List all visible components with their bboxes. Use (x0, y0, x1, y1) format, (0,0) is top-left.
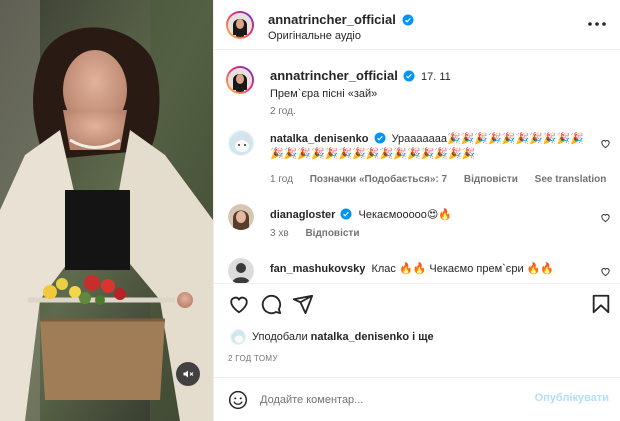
mute-icon (183, 370, 194, 378)
see-translation-link[interactable]: See translation (535, 174, 607, 185)
comment-input[interactable] (260, 390, 520, 410)
header-text: annatrincher_official Оригінальне аудіо (268, 12, 414, 42)
emoji-icon[interactable] (228, 390, 248, 410)
avatar-image (228, 68, 252, 92)
post-video-frame (0, 0, 213, 421)
comment-meta: 1 год Позначки «Подобається»: 7 Відповіс… (270, 174, 620, 185)
comment-text: Клас 🔥🔥 Чекаємо прем`єри 🔥🔥 (371, 263, 555, 275)
avatar[interactable] (228, 258, 254, 283)
comment-like-icon[interactable] (600, 266, 611, 277)
comment-item: natalka_denisenko Урааааааа🎉🎉🎉🎉🎉🎉🎉🎉🎉🎉🎉🎉🎉… (214, 128, 620, 188)
comment-username[interactable]: natalka_denisenko (270, 133, 368, 145)
comment-username[interactable]: fan_mashukovsky (270, 263, 365, 275)
header-username[interactable]: annatrincher_official (268, 12, 396, 27)
heart-icon[interactable] (228, 293, 250, 315)
action-bar (214, 284, 620, 324)
comment-bar: Опублікувати (214, 377, 620, 421)
post-timestamp[interactable]: 2 ГОД ТОМУ (228, 354, 278, 363)
avatar[interactable] (228, 130, 254, 156)
comment-text: Чекаємооооо😍🔥 (358, 209, 453, 221)
liked-by: Уподобали natalka_denisenko і ще (214, 324, 620, 352)
caption-date: 17. 11 (421, 71, 451, 83)
comment-time[interactable]: 3 хв (270, 228, 289, 239)
comment-meta: 3 хв Відповісти (270, 228, 373, 239)
story-ring[interactable] (226, 11, 254, 39)
post-header: annatrincher_official Оригінальне аудіо (214, 0, 620, 50)
verified-icon (340, 208, 352, 220)
verified-icon (403, 70, 415, 82)
comment-time[interactable]: 1 год (270, 174, 293, 185)
avatar (228, 68, 252, 92)
comments-list[interactable]: annatrincher_official 17. 11 Прем`єра пі… (214, 50, 620, 284)
avatar[interactable] (230, 329, 246, 345)
comment-text-block: fan_mashukovsky Клас 🔥🔥 Чекаємо прем`єри… (270, 262, 591, 277)
liked-by-text: Уподобали natalka_denisenko і ще (252, 331, 434, 343)
comment-text-block: dianagloster Чекаємооооо😍🔥 (270, 208, 591, 223)
avatar-image (229, 131, 253, 155)
avatar-image (228, 204, 254, 230)
verified-icon (402, 14, 413, 26)
liked-by-prefix: Уподобали (252, 331, 308, 343)
comment-item: fan_mashukovsky Клас 🔥🔥 Чекаємо прем`єри… (214, 256, 620, 283)
reply-button[interactable]: Відповісти (464, 174, 518, 185)
caption-text: Прем`єра пісні «зай» (270, 88, 378, 100)
verified-icon (374, 132, 385, 144)
avatar-image (228, 258, 254, 283)
caption-meta: 2 год. (270, 106, 310, 117)
caption: annatrincher_official 17. 11 Прем`єра пі… (214, 64, 620, 120)
comment-like-icon[interactable] (600, 138, 611, 149)
avatar (228, 13, 252, 37)
more-icon[interactable] (587, 16, 607, 32)
comment-text-block: natalka_denisenko Урааааааа🎉🎉🎉🎉🎉🎉🎉🎉🎉🎉🎉🎉🎉… (270, 132, 591, 162)
caption-text-block: annatrincher_official 17. 11 Прем`єра пі… (270, 68, 591, 102)
avatar-image (231, 330, 245, 344)
caption-avatar-ring[interactable] (226, 66, 254, 94)
audio-label[interactable]: Оригінальне аудіо (268, 30, 414, 42)
comment-likes-count[interactable]: Позначки «Подобається»: 7 (310, 174, 447, 185)
mute-button[interactable] (176, 362, 200, 386)
post-details-panel: annatrincher_official Оригінальне аудіо (213, 0, 620, 421)
caption-username[interactable]: annatrincher_official (270, 68, 398, 83)
post-comment-button[interactable]: Опублікувати (535, 392, 609, 404)
liked-by-others[interactable]: і ще (412, 331, 434, 343)
avatar-image (228, 13, 252, 37)
comment-like-icon[interactable] (600, 212, 611, 223)
reply-button[interactable]: Відповісти (305, 228, 359, 239)
comment-username[interactable]: dianagloster (270, 209, 335, 221)
avatar[interactable] (228, 204, 254, 230)
caption-time[interactable]: 2 год. (270, 106, 296, 117)
comment-item: dianagloster Чекаємооооо😍🔥 3 хв Відповіс… (214, 202, 620, 246)
comment-icon[interactable] (260, 293, 282, 315)
share-icon[interactable] (292, 293, 314, 315)
liked-by-user[interactable]: natalka_denisenko (311, 331, 409, 343)
post-media[interactable] (0, 0, 213, 421)
bookmark-icon[interactable] (590, 293, 612, 315)
